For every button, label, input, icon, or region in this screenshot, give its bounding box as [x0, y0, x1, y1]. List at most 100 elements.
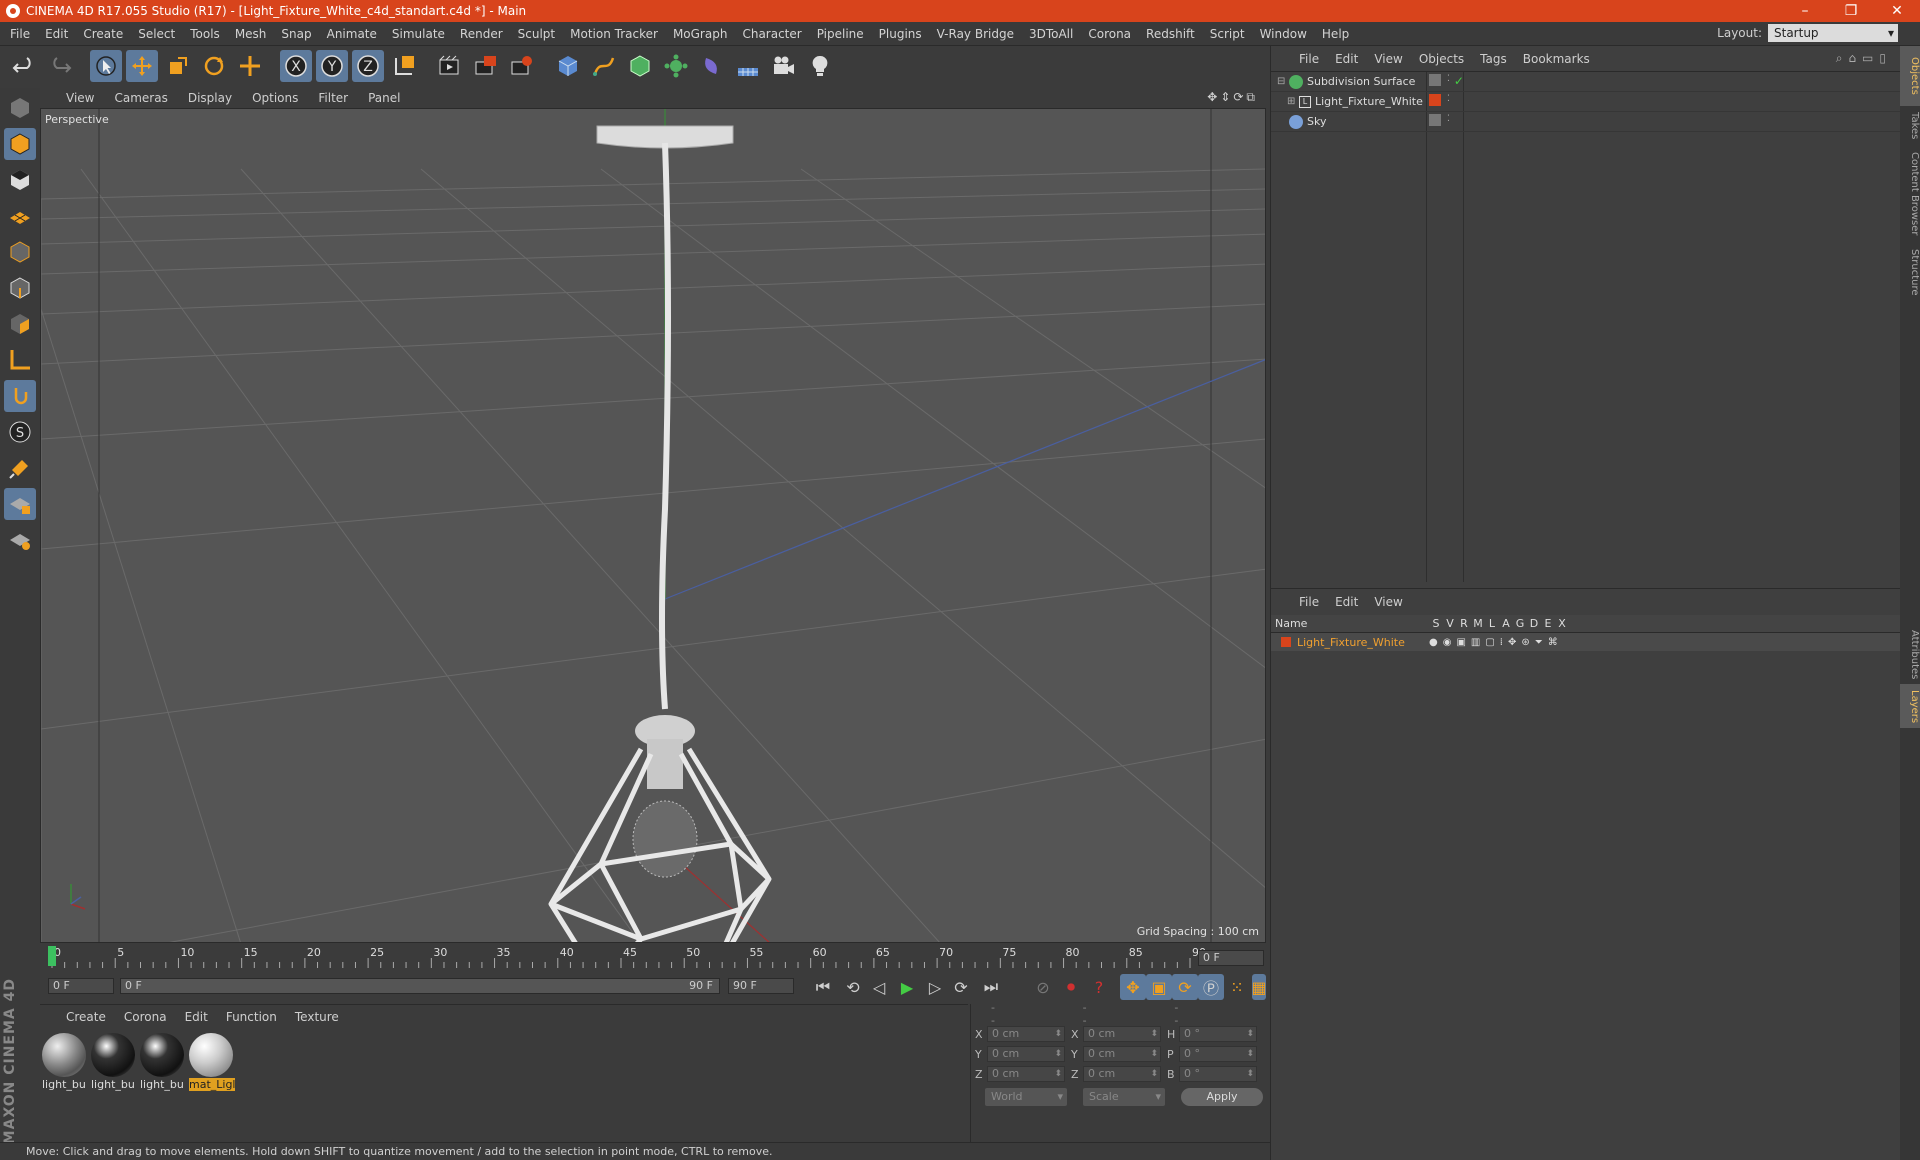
render-view-icon[interactable] — [434, 50, 466, 82]
timeline-ruler[interactable]: 051015202530354045505560657075808590 — [40, 944, 1266, 968]
viewport-menu-options[interactable]: Options — [252, 91, 298, 105]
layer-menu-view[interactable]: View — [1374, 595, 1402, 609]
position-z-field[interactable]: 0 cm — [987, 1066, 1065, 1082]
layer-swatch-icon[interactable] — [1429, 74, 1441, 86]
subdivision-surface-icon[interactable] — [624, 50, 656, 82]
size-mode-dropdown[interactable]: Scale — [1083, 1088, 1165, 1106]
position-x-field[interactable]: 0 cm — [987, 1026, 1065, 1042]
viewport-menu-panel[interactable]: Panel — [368, 91, 400, 105]
viewport-nav-icons[interactable]: ✥⇕⟳⧉ — [1207, 90, 1258, 105]
size-z-field[interactable]: 0 cm — [1083, 1066, 1161, 1082]
edit-render-settings-icon[interactable] — [506, 50, 538, 82]
texture-mode-icon[interactable] — [4, 164, 36, 196]
layer-menu-file[interactable]: File — [1299, 595, 1319, 609]
viewport-menu-filter[interactable]: Filter — [318, 91, 348, 105]
apply-button[interactable]: Apply — [1181, 1088, 1263, 1106]
visibility-dots-icon[interactable]: ⁚ — [1447, 94, 1450, 106]
locked-workplane-icon[interactable] — [4, 488, 36, 520]
tab-objects[interactable]: Objects — [1900, 46, 1920, 106]
enabled-check-icon[interactable]: ✓ — [1454, 74, 1464, 88]
menu-pipeline[interactable]: Pipeline — [817, 27, 864, 41]
perspective-viewport[interactable]: Perspective Grid Spacing : 100 cm — [40, 108, 1266, 943]
menu-character[interactable]: Character — [742, 27, 801, 41]
current-frame-field[interactable]: 0 F — [1198, 950, 1264, 966]
layer-col-xref[interactable]: X — [1555, 617, 1569, 630]
layer-swatch-icon[interactable] — [1429, 114, 1441, 126]
workplane-mode-icon[interactable] — [4, 200, 36, 232]
menu-sculpt[interactable]: Sculpt — [518, 27, 555, 41]
rotation-p-field[interactable]: 0 ° — [1179, 1046, 1257, 1062]
layer-swatch-icon[interactable] — [1429, 94, 1441, 106]
tab-attributes[interactable]: Attributes — [1900, 624, 1920, 684]
menu-vray-bridge[interactable]: V-Ray Bridge — [937, 27, 1014, 41]
make-editable-icon[interactable] — [4, 92, 36, 124]
tab-structure[interactable]: Structure — [1900, 242, 1920, 302]
object-row-subdivision-surface[interactable]: ⊟ Subdivision Surface ⁚ ✓ — [1271, 72, 1901, 92]
viewport-menu-cameras[interactable]: Cameras — [114, 91, 167, 105]
tab-layers[interactable]: Layers — [1900, 684, 1920, 728]
next-key-icon[interactable]: ⟳ — [948, 974, 974, 1000]
object-row-light-fixture[interactable]: ⊞ L Light_Fixture_White ⁚ — [1271, 92, 1901, 112]
cube-primitive-icon[interactable] — [552, 50, 584, 82]
key-position-icon[interactable]: ✥ — [1120, 974, 1146, 1000]
layer-col-generators[interactable]: G — [1513, 617, 1527, 630]
menu-select[interactable]: Select — [138, 27, 175, 41]
layer-col-locked[interactable]: L — [1485, 617, 1499, 630]
menu-redshift[interactable]: Redshift — [1146, 27, 1195, 41]
floor-scene-icon[interactable] — [732, 50, 764, 82]
layer-col-render[interactable]: R — [1457, 617, 1471, 630]
undo-icon[interactable] — [8, 50, 40, 82]
timeline-playhead[interactable] — [48, 946, 56, 966]
layer-col-solo[interactable]: S — [1429, 617, 1443, 630]
material-item[interactable]: light_bu — [140, 1033, 186, 1091]
restore-button[interactable]: ❐ — [1828, 0, 1874, 22]
next-frame-icon[interactable]: ▷ — [922, 974, 948, 1000]
collapse-toggle-icon[interactable]: ⊟ — [1277, 76, 1285, 87]
deformer-icon[interactable] — [696, 50, 728, 82]
points-mode-icon[interactable] — [4, 236, 36, 268]
previous-key-icon[interactable]: ⟲ — [840, 974, 866, 1000]
array-mograph-icon[interactable] — [660, 50, 692, 82]
menu-window[interactable]: Window — [1260, 27, 1307, 41]
viewport-menu-view[interactable]: View — [66, 91, 94, 105]
visibility-dots-icon[interactable]: ⁚ — [1447, 114, 1450, 126]
spline-pen-icon[interactable] — [588, 50, 620, 82]
key-rotation-icon[interactable]: ⟳ — [1172, 974, 1198, 1000]
go-to-end-icon[interactable]: ⏭ — [978, 974, 1004, 1000]
move-tool-icon[interactable] — [126, 50, 158, 82]
position-y-field[interactable]: 0 cm — [987, 1046, 1065, 1062]
menu-render[interactable]: Render — [460, 27, 503, 41]
record-keyframe-disabled-icon[interactable]: ⊘ — [1030, 974, 1056, 1000]
key-parameter-icon[interactable]: Ⓟ — [1198, 974, 1224, 1000]
layout-dropdown[interactable]: Startup — [1768, 24, 1898, 42]
layer-col-manager[interactable]: M — [1471, 617, 1485, 630]
object-menu-view[interactable]: View — [1374, 52, 1402, 66]
frame-range-slider[interactable]: 0 F 90 F — [120, 978, 720, 994]
z-axis-lock-icon[interactable]: Z — [352, 50, 384, 82]
object-manager-tool-icons[interactable]: ⌕⌂▭▯ — [1836, 51, 1892, 66]
menu-motion-tracker[interactable]: Motion Tracker — [570, 27, 658, 41]
layer-col-animation[interactable]: A — [1499, 617, 1513, 630]
material-menu-create[interactable]: Create — [66, 1010, 106, 1024]
size-x-field[interactable]: 0 cm — [1083, 1026, 1161, 1042]
rotation-h-field[interactable]: 0 ° — [1179, 1026, 1257, 1042]
material-menu-texture[interactable]: Texture — [295, 1010, 339, 1024]
menu-plugins[interactable]: Plugins — [879, 27, 922, 41]
live-selection-icon[interactable] — [90, 50, 122, 82]
end-frame-field[interactable]: 90 F — [728, 978, 794, 994]
layer-col-view[interactable]: V — [1443, 617, 1457, 630]
coordinate-system-icon[interactable] — [388, 50, 420, 82]
layer-col-deformers[interactable]: D — [1527, 617, 1541, 630]
timeline-window-icon[interactable]: ▦ — [1251, 974, 1267, 1000]
menu-edit[interactable]: Edit — [45, 27, 68, 41]
tab-takes[interactable]: Takes — [1900, 106, 1920, 146]
play-icon[interactable]: ▶ — [894, 974, 920, 1000]
layer-color-swatch[interactable] — [1281, 637, 1291, 647]
object-menu-tags[interactable]: Tags — [1480, 52, 1507, 66]
minimize-button[interactable]: – — [1782, 0, 1828, 22]
material-menu-edit[interactable]: Edit — [185, 1010, 208, 1024]
menu-corona[interactable]: Corona — [1088, 27, 1131, 41]
snap-icon[interactable]: S — [4, 416, 36, 448]
autokeying-icon[interactable]: ⏺ — [1058, 974, 1084, 1000]
previous-frame-icon[interactable]: ◁ — [866, 974, 892, 1000]
